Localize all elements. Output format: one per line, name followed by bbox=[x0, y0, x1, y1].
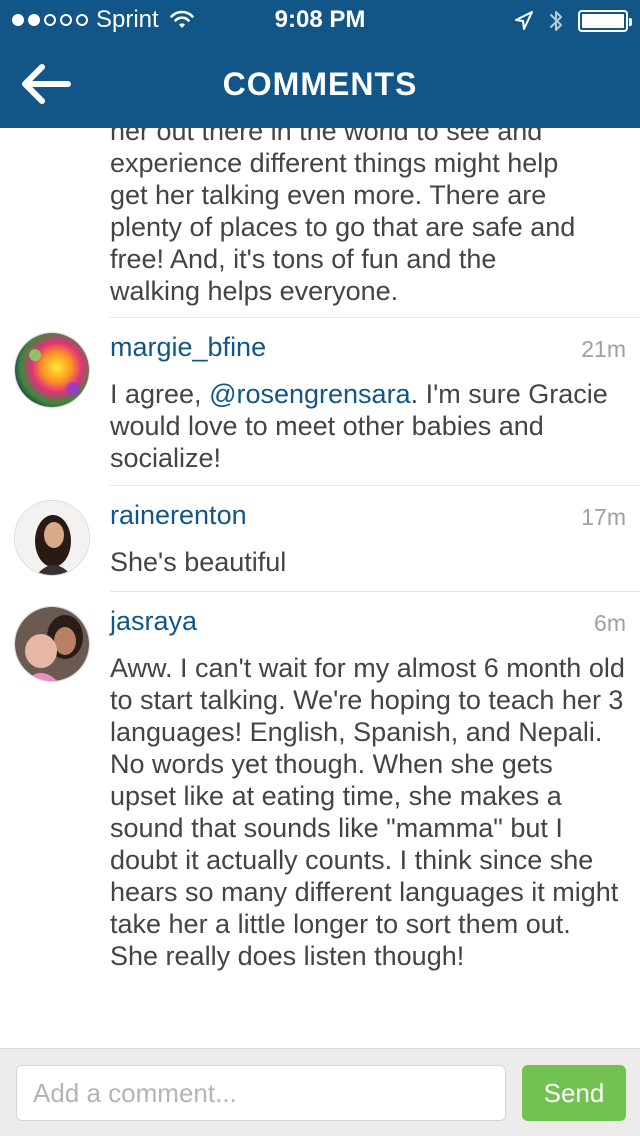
divider bbox=[110, 485, 640, 486]
comment-username[interactable]: jasraya bbox=[110, 606, 197, 637]
divider bbox=[110, 317, 640, 318]
comment-line: free! And, it's tons of fun and the bbox=[110, 244, 497, 274]
comment-line: walking helps everyone. bbox=[110, 276, 399, 306]
comment-line: plenty of places to go that are safe and bbox=[110, 212, 576, 242]
battery-icon bbox=[578, 10, 632, 32]
comment-username[interactable]: rainerenton bbox=[110, 500, 247, 531]
comment-text: Aww. I can't wait for my almost 6 month … bbox=[110, 653, 625, 971]
comment-username[interactable]: margie_bfine bbox=[110, 332, 266, 363]
comment-line: get her talking even more. There are bbox=[110, 180, 547, 210]
divider bbox=[110, 591, 640, 592]
avatar-image bbox=[15, 333, 89, 407]
comments-list[interactable]: her out there in the world to see and ex… bbox=[0, 128, 640, 1048]
avatar[interactable] bbox=[14, 332, 90, 408]
comment-text: I agree, @rosengrensara. I'm sure Gracie… bbox=[110, 378, 625, 474]
comment-input-bar: Send bbox=[0, 1048, 640, 1136]
bluetooth-icon bbox=[550, 11, 562, 31]
location-arrow-icon bbox=[515, 11, 533, 30]
comment-line: experience different things might help bbox=[110, 148, 559, 178]
avatar[interactable] bbox=[14, 606, 90, 682]
avatar-image bbox=[15, 607, 89, 681]
mention-link[interactable]: @rosengrensara bbox=[209, 379, 411, 409]
avatar[interactable] bbox=[14, 500, 90, 576]
send-button[interactable]: Send bbox=[522, 1065, 626, 1121]
page-title: COMMENTS bbox=[222, 66, 418, 102]
comment-time: 21m bbox=[581, 336, 626, 362]
comment-time: 17m bbox=[581, 504, 626, 530]
status-right bbox=[514, 8, 632, 34]
comment-text: She's beautiful bbox=[110, 547, 287, 577]
comment-line: her out there in the world to see and bbox=[110, 128, 543, 146]
comment-text-part: I agree, bbox=[110, 379, 210, 409]
comment-input[interactable] bbox=[16, 1065, 506, 1121]
status-bar: Sprint 9:08 PM bbox=[0, 0, 640, 40]
comment-partial: her out there in the world to see and ex… bbox=[110, 128, 622, 307]
avatar-image bbox=[15, 501, 89, 575]
comment-time: 6m bbox=[594, 610, 626, 636]
nav-bar: COMMENTS bbox=[0, 40, 640, 128]
